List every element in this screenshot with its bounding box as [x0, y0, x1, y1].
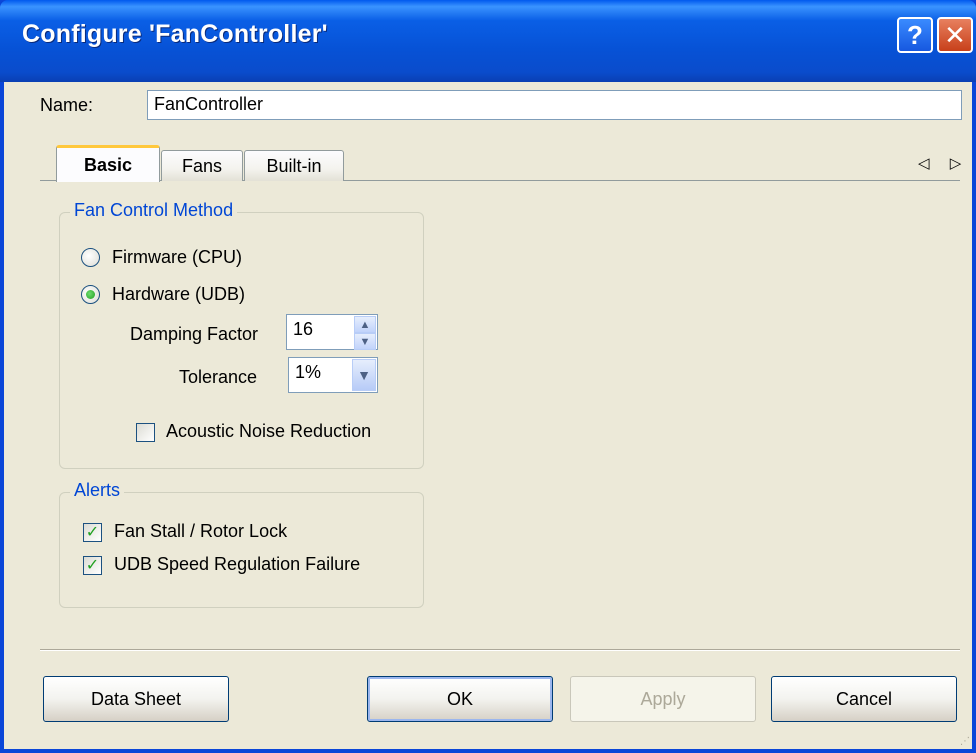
damping-factor-spinner[interactable]: 16 ▲ ▼: [286, 314, 378, 350]
cancel-button[interactable]: Cancel: [771, 676, 957, 722]
resize-grip-icon[interactable]: ⋰: [960, 736, 970, 747]
acoustic-noise-checkbox[interactable]: [136, 423, 155, 442]
fan-control-method-group: Fan Control Method Firmware (CPU) Hardwa…: [59, 200, 424, 469]
fan-control-method-title: Fan Control Method: [70, 200, 238, 221]
udb-speed-checkbox[interactable]: ✓: [83, 556, 102, 575]
hardware-label: Hardware (UDB): [112, 284, 246, 304]
apply-button[interactable]: Apply: [570, 676, 756, 722]
firmware-radio[interactable]: [81, 248, 100, 267]
tab-basic[interactable]: Basic: [56, 145, 160, 182]
udb-speed-label: UDB Speed Regulation Failure: [114, 554, 361, 574]
name-input[interactable]: FanController: [147, 90, 962, 120]
data-sheet-button[interactable]: Data Sheet: [43, 676, 229, 722]
tab-scroll-arrows-icon[interactable]: ◁ ▷: [918, 154, 969, 172]
dropdown-arrow-icon[interactable]: ▼: [352, 359, 376, 391]
tab-built-in[interactable]: Built-in: [244, 150, 344, 181]
title-bar[interactable]: Configure 'FanController' ? ✕: [0, 0, 976, 82]
close-button[interactable]: ✕: [937, 17, 973, 53]
tolerance-dropdown[interactable]: 1% ▼: [288, 357, 378, 393]
window-title: Configure 'FanController': [22, 20, 328, 48]
acoustic-noise-label: Acoustic Noise Reduction: [166, 421, 372, 441]
damping-factor-value: 16: [293, 319, 314, 339]
alerts-title: Alerts: [70, 480, 125, 501]
tab-fans[interactable]: Fans: [161, 150, 243, 181]
ok-button[interactable]: OK: [367, 676, 553, 722]
tolerance-value: 1%: [295, 362, 322, 382]
tolerance-label: Tolerance: [179, 367, 258, 387]
fan-stall-label: Fan Stall / Rotor Lock: [114, 521, 288, 541]
spin-down-icon[interactable]: ▼: [354, 333, 376, 350]
alerts-group: Alerts ✓ Fan Stall / Rotor Lock ✓ UDB Sp…: [59, 480, 424, 608]
configure-dialog: Configure 'FanController' ? ✕ Name: FanC…: [0, 0, 976, 753]
spin-up-icon[interactable]: ▲: [354, 316, 376, 333]
hardware-radio[interactable]: [81, 285, 100, 304]
help-button[interactable]: ?: [897, 17, 933, 53]
fan-stall-checkbox[interactable]: ✓: [83, 523, 102, 542]
name-label: Name:: [40, 95, 94, 115]
footer-separator: [40, 649, 960, 651]
damping-factor-label: Damping Factor: [130, 324, 259, 344]
firmware-label: Firmware (CPU): [112, 247, 242, 267]
window-bottom-border: [0, 749, 976, 753]
dialog-body: Name: FanController Basic Fans Built-in …: [4, 82, 972, 749]
